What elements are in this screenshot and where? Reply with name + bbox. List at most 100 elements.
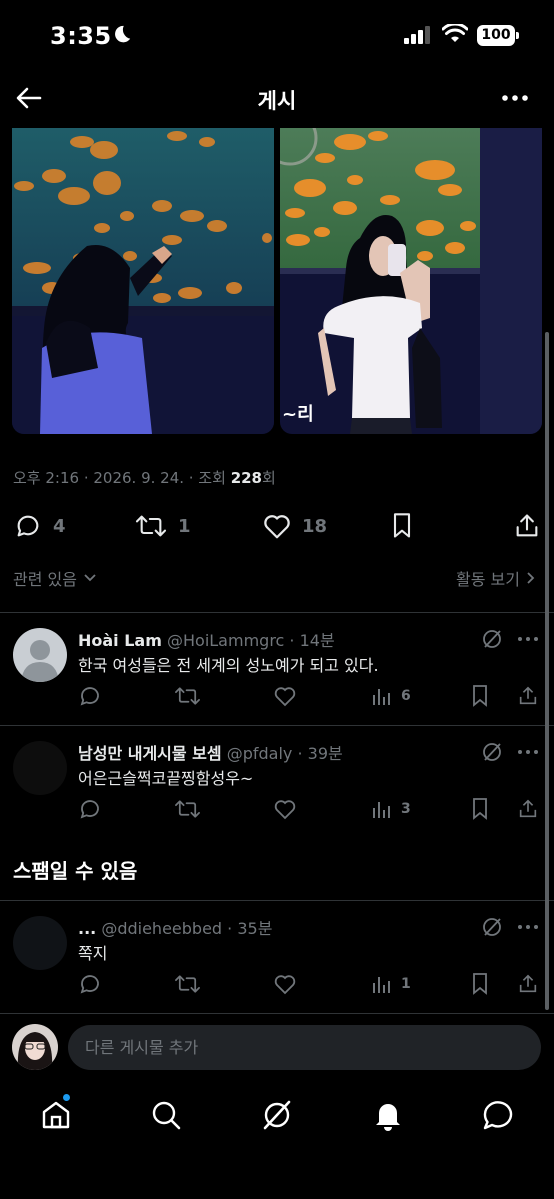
share-button[interactable]	[517, 795, 539, 823]
scrollbar[interactable]	[545, 332, 549, 1010]
share-icon	[519, 686, 537, 705]
reply-button[interactable]	[78, 682, 102, 710]
bookmark-button[interactable]	[470, 970, 490, 998]
views-button[interactable]: 3	[371, 795, 411, 823]
messages-icon[interactable]	[480, 1097, 516, 1133]
reply-header: Hoài Lam @HoiLammgrc · 14분	[78, 627, 335, 651]
more-options-icon[interactable]	[516, 628, 540, 650]
home-icon[interactable]	[38, 1097, 74, 1133]
reply-icon	[80, 800, 99, 819]
moon-icon	[115, 25, 131, 43]
reply-item[interactable]: Hoài Lam @HoiLammgrc · 14분 한국 여성들은 전 세계의…	[0, 613, 554, 725]
post-timestamp: 오후 2:16 · 2026. 9. 24. · 조회	[13, 469, 231, 487]
reply-text: 쪽지	[78, 944, 108, 963]
activity-label: 활동 보기	[456, 570, 520, 589]
add-post-input[interactable]: 다른 게시물 추가	[68, 1025, 541, 1070]
reply-icon	[80, 975, 99, 994]
heart-icon	[274, 975, 296, 995]
reply-header: 남성만 내게시물 보셈 @pfdaly · 39분	[78, 740, 343, 764]
like-button[interactable]	[273, 795, 297, 823]
grok-icon[interactable]	[259, 1097, 295, 1133]
share-icon	[519, 799, 537, 818]
repost-button[interactable]	[174, 970, 201, 998]
reply-item[interactable]: 남성만 내게시물 보셈 @pfdaly · 39분 어은근슬쩍코끝찡함성우~ 3	[0, 726, 554, 838]
bookmark-icon	[473, 973, 487, 995]
share-button[interactable]	[513, 506, 541, 546]
notifications-bell-icon[interactable]	[370, 1097, 406, 1133]
reply-view-count: 6	[401, 688, 411, 704]
related-filter[interactable]: 관련 있음	[13, 566, 97, 590]
reply-button[interactable]	[78, 970, 102, 998]
repost-button[interactable]	[174, 682, 201, 710]
bookmark-button[interactable]	[470, 682, 490, 710]
analytics-icon	[373, 802, 390, 818]
reply-button[interactable]: 4	[13, 506, 66, 546]
view-activity-link[interactable]: 활동 보기	[456, 566, 536, 590]
avatar[interactable]	[13, 916, 67, 970]
top-nav: 게시	[0, 72, 554, 124]
heart-icon	[274, 800, 296, 820]
views-button[interactable]: 1	[371, 970, 411, 998]
reply-icon	[80, 687, 99, 706]
reply-handle: @ddieheebbed · 35분	[101, 919, 273, 938]
avatar[interactable]	[13, 628, 67, 682]
spam-section-heading: 스팸일 수 있음	[13, 859, 138, 883]
reply-actions: 6	[78, 682, 542, 710]
reply-view-count: 3	[401, 801, 411, 817]
analytics-icon	[373, 977, 390, 993]
grok-icon[interactable]	[481, 628, 503, 650]
search-icon[interactable]	[148, 1097, 184, 1133]
heart-icon	[264, 515, 290, 539]
battery-indicator: 100	[477, 25, 519, 46]
share-icon	[519, 974, 537, 993]
reply-item[interactable]: ... @ddieheebbed · 35분 쪽지 1	[0, 901, 554, 1013]
reply-actions: 1	[78, 970, 542, 998]
signal-icon	[404, 26, 430, 44]
avatar[interactable]	[13, 741, 67, 795]
like-button[interactable]: 18	[262, 506, 327, 546]
page-title: 게시	[257, 89, 297, 113]
repost-button[interactable]	[174, 795, 201, 823]
reply-icon	[17, 515, 39, 537]
reply-header: ... @ddieheebbed · 35분	[78, 915, 272, 939]
grok-icon[interactable]	[481, 741, 503, 763]
status-bar: 3:35 100	[0, 0, 554, 72]
heart-icon	[274, 687, 296, 707]
chevron-down-icon	[84, 574, 96, 582]
avatar[interactable]	[12, 1024, 58, 1070]
bookmark-icon	[473, 685, 487, 707]
repost-count: 1	[178, 515, 191, 537]
related-label: 관련 있음	[13, 570, 77, 589]
repost-icon	[175, 975, 200, 993]
more-options-icon[interactable]	[516, 916, 540, 938]
view-count-suffix: 회	[262, 469, 276, 487]
views-button[interactable]: 6	[371, 682, 411, 710]
bookmark-button[interactable]	[470, 795, 490, 823]
wifi-icon	[442, 24, 468, 42]
reply-author-name[interactable]: ...	[78, 919, 96, 938]
post-photo-left[interactable]	[12, 128, 274, 434]
more-options-icon[interactable]	[516, 741, 540, 763]
repost-button[interactable]: 1	[134, 506, 191, 546]
like-button[interactable]	[273, 970, 297, 998]
reply-text: 한국 여성들은 전 세계의 성노예가 되고 있다.	[78, 656, 379, 675]
bottom-tab-bar	[0, 1083, 554, 1199]
share-button[interactable]	[517, 682, 539, 710]
post-photo-right[interactable]: ~리	[280, 128, 542, 434]
repost-icon	[135, 515, 167, 537]
compose-bar: 다른 게시물 추가	[0, 1013, 554, 1083]
analytics-icon	[373, 689, 390, 705]
like-count: 18	[302, 515, 328, 537]
reply-author-name[interactable]: Hoài Lam	[78, 631, 162, 650]
more-options-icon[interactable]	[500, 84, 530, 112]
bookmark-icon	[393, 513, 411, 538]
grok-icon[interactable]	[481, 916, 503, 938]
reply-button[interactable]	[78, 795, 102, 823]
like-button[interactable]	[273, 682, 297, 710]
bookmark-button[interactable]	[389, 506, 415, 546]
share-button[interactable]	[517, 970, 539, 998]
reply-text: 어은근슬쩍코끝찡함성우~	[78, 769, 254, 788]
reply-view-count: 1	[401, 976, 411, 992]
repost-icon	[175, 800, 200, 818]
reply-author-name[interactable]: 남성만 내게시물 보셈	[78, 744, 222, 763]
